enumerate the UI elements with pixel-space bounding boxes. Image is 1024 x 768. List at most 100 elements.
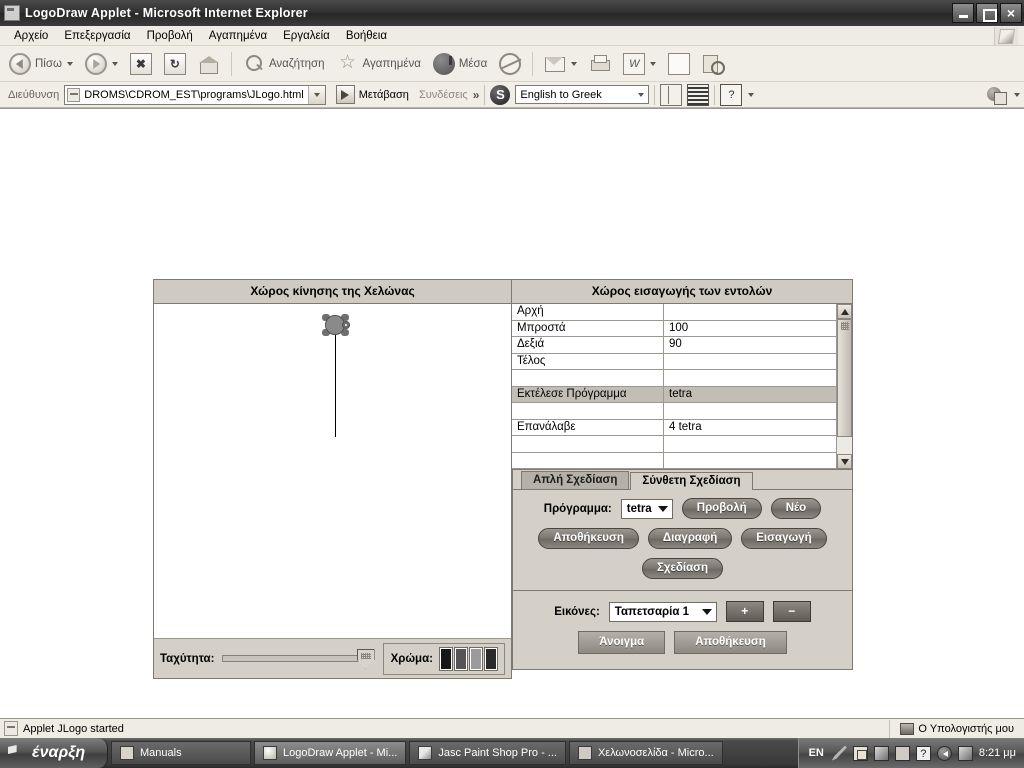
help-icon[interactable] <box>720 83 743 106</box>
pen-icon[interactable] <box>831 745 847 761</box>
taskbar-item-label: LogoDraw Applet - Mi... <box>283 747 398 759</box>
mail-button[interactable] <box>539 51 582 77</box>
address-dropdown-button[interactable] <box>307 85 325 104</box>
address-input[interactable]: DROMS\CDROM_EST\programs\JLogo.html <box>64 84 326 105</box>
language-indicator[interactable]: EN <box>809 747 826 759</box>
table-row[interactable]: Μπροστά 100 <box>512 320 836 337</box>
tab-complex-drawing[interactable]: Σύνθετη Σχεδίαση <box>630 472 753 490</box>
chevron-down-icon[interactable] <box>571 61 578 66</box>
menu-item-view[interactable]: Προβολή <box>139 28 201 44</box>
chevron-down-icon[interactable] <box>66 61 73 66</box>
images-panel: Εικόνες: Ταπετσαρία 1 + − Άνοιγμα Αποθήκ… <box>512 591 853 670</box>
table-row[interactable] <box>512 452 836 469</box>
table-row[interactable]: Αρχή <box>512 304 836 321</box>
pdf-tools-icon[interactable] <box>986 84 1008 106</box>
stop-button[interactable]: ✖ <box>125 51 157 77</box>
search-button[interactable]: Αναζήτηση <box>238 51 330 77</box>
commands-scrollbar[interactable] <box>836 304 852 469</box>
toolbar-overflow-button[interactable]: » <box>473 88 480 102</box>
links-label[interactable]: Συνδέσεις <box>419 89 468 101</box>
color-swatch-1[interactable] <box>439 646 453 671</box>
turtle-panel: Χώρος κίνησης της Χελώνας Ταχύτητα: Χρώμ… <box>153 279 512 679</box>
preview-button[interactable]: Προβολή <box>681 498 762 519</box>
discuss-button[interactable] <box>697 51 729 77</box>
program-select-value: tetra <box>626 502 652 515</box>
color-swatch-4[interactable] <box>484 646 498 671</box>
table-row-selected[interactable]: Εκτέλεσε Πρόγραμμα tetra <box>512 386 836 403</box>
history-button[interactable] <box>494 51 526 77</box>
forward-button[interactable] <box>80 51 123 77</box>
table-row[interactable]: Τέλος <box>512 353 836 370</box>
remove-image-button[interactable]: − <box>772 601 811 622</box>
start-button[interactable]: έναρξη <box>0 738 108 768</box>
tab-simple-drawing[interactable]: Απλή Σχεδίαση <box>521 471 630 489</box>
taskbar-item-manuals[interactable]: Manuals <box>111 741 251 765</box>
scrollbar-thumb[interactable] <box>837 319 852 437</box>
scroll-down-button[interactable] <box>837 454 852 469</box>
page-button[interactable] <box>663 51 695 77</box>
insert-program-button[interactable]: Εισαγωγή <box>741 528 827 549</box>
chevron-down-icon[interactable] <box>111 61 118 66</box>
back-button[interactable]: Πίσω <box>4 51 78 77</box>
minimize-button[interactable] <box>952 3 974 23</box>
table-row[interactable]: Επανάλαβε 4 tetra <box>512 419 836 436</box>
home-button[interactable] <box>193 51 225 77</box>
chevron-down-icon[interactable] <box>748 92 755 97</box>
commands-table[interactable]: Αρχή Μπροστά 100 Δεξιά 90 Τέλος Εκτέλεσε… <box>512 304 836 469</box>
ie-icon <box>263 746 277 760</box>
translate-page-icon[interactable] <box>687 83 710 106</box>
chevron-down-icon[interactable] <box>633 86 648 103</box>
images-select[interactable]: Ταπετσαρία 1 <box>608 601 717 622</box>
menu-item-favorites[interactable]: Αγαπημένα <box>201 28 275 44</box>
table-row[interactable] <box>512 370 836 387</box>
media-button[interactable]: Μέσα <box>428 51 492 77</box>
turtle-canvas[interactable] <box>154 304 511 638</box>
command-cell: Επανάλαβε <box>512 419 664 435</box>
menu-item-edit[interactable]: Επεξεργασία <box>56 28 138 44</box>
restore-button[interactable] <box>976 3 998 23</box>
scroll-up-button[interactable] <box>837 304 852 319</box>
menu-item-tools[interactable]: Εργαλεία <box>275 28 338 44</box>
browser-toolbar: Πίσω ✖ ↻ Αναζήτηση ☆ Αγαπημένα Μέσα <box>0 46 1024 82</box>
save-image-button[interactable]: Αποθήκευση <box>674 631 787 654</box>
shortcut-icon[interactable] <box>894 745 910 761</box>
save-program-button[interactable]: Αποθήκευση <box>538 528 639 549</box>
speed-thumb[interactable] <box>356 648 375 669</box>
refresh-button[interactable]: ↻ <box>159 51 191 77</box>
taskbar-item-paintshop[interactable]: Jasc Paint Shop Pro - ... <box>409 741 566 765</box>
program-select[interactable]: tetra <box>620 498 673 519</box>
taskbar-item-logodraw[interactable]: LogoDraw Applet - Mi... <box>254 741 407 765</box>
taskbar-item-document[interactable]: Χελωνοσελίδα - Micro... <box>568 741 723 765</box>
translate-direction-select[interactable]: English to Greek <box>515 85 650 104</box>
chevron-down-icon[interactable] <box>650 61 657 66</box>
color-swatch-3[interactable] <box>469 646 483 671</box>
table-row[interactable] <box>512 403 836 420</box>
chevron-down-icon[interactable] <box>1014 92 1020 97</box>
print-button[interactable] <box>584 51 616 77</box>
new-button[interactable]: Νέο <box>770 498 822 519</box>
expand-tray-icon[interactable] <box>936 745 952 761</box>
security-icon[interactable] <box>852 745 868 761</box>
clock[interactable]: 8:21 μμ <box>979 747 1016 759</box>
edit-word-button[interactable] <box>618 51 661 77</box>
draw-button[interactable]: Σχεδίαση <box>641 558 724 579</box>
commands-table-wrapper: Αρχή Μπροστά 100 Δεξιά 90 Τέλος Εκτέλεσε… <box>512 304 853 470</box>
favorites-button[interactable]: ☆ Αγαπημένα <box>332 51 426 77</box>
scrollbar-track[interactable] <box>837 319 852 454</box>
menu-item-help[interactable]: Βοήθεια <box>338 28 395 44</box>
network-icon[interactable] <box>873 745 889 761</box>
table-row[interactable]: Δεξιά 90 <box>512 337 836 354</box>
go-button[interactable]: Μετάβαση <box>331 84 414 105</box>
turtle-controls: Ταχύτητα: Χρώμα: <box>154 638 511 678</box>
close-button[interactable]: × <box>1000 3 1022 23</box>
color-swatch-2[interactable] <box>454 646 468 671</box>
menu-item-file[interactable]: Αρχείο <box>6 28 56 44</box>
help-tray-icon[interactable] <box>915 745 931 761</box>
open-image-button[interactable]: Άνοιγμα <box>578 631 666 654</box>
speed-slider[interactable] <box>222 648 375 670</box>
dictionary-icon[interactable] <box>660 83 683 106</box>
add-image-button[interactable]: + <box>725 601 764 622</box>
network-disconnected-icon[interactable] <box>957 745 973 761</box>
table-row[interactable] <box>512 436 836 453</box>
delete-program-button[interactable]: Διαγραφή <box>647 528 733 549</box>
